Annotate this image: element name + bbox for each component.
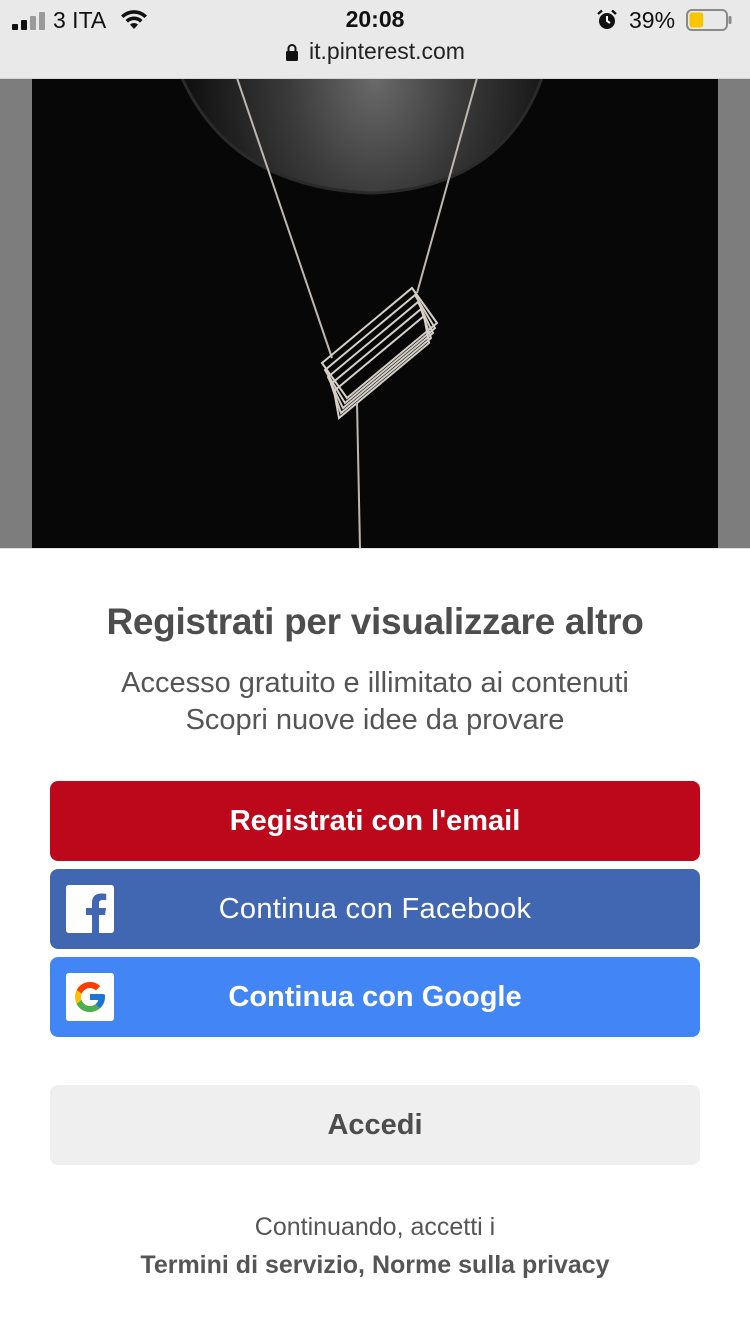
facebook-icon [66, 885, 114, 933]
signup-title: Registrati per visualizzare altro [106, 601, 644, 642]
legal-links: Termini di servizio, Norme sulla privacy [0, 1251, 750, 1280]
battery-percent: 39% [629, 7, 676, 33]
facebook-login-label: Continua con Facebook [218, 892, 532, 925]
signup-subtitle-2: Scopri nuove idee da provare [185, 704, 565, 736]
signup-email-label: Registrati con l'email [229, 804, 521, 837]
url-text: it.pinterest.com [309, 38, 465, 64]
privacy-policy-link[interactable]: Norme sulla privacy [372, 1251, 610, 1279]
pin-image[interactable] [32, 78, 718, 548]
legal-prefix: Continuando, accetti i [254, 1213, 496, 1241]
address-bar[interactable]: it.pinterest.com [0, 38, 750, 72]
signup-subtitle-1: Accesso gratuito e illimitato ai contenu… [121, 667, 629, 699]
login-label: Accedi [327, 1108, 423, 1141]
browser-top-bar: 3 ITA 20:08 39% it.pinterest.com [0, 0, 750, 79]
google-icon [66, 973, 114, 1021]
lock-icon [286, 43, 299, 61]
necklace-illustration [32, 78, 718, 548]
terms-of-service-link[interactable]: Termini di servizio, [140, 1251, 365, 1279]
google-login-label: Continua con Google [228, 980, 522, 1013]
battery-icon [686, 9, 732, 31]
login-button[interactable]: Accedi [50, 1085, 700, 1165]
alarm-icon [597, 9, 617, 29]
status-bar: 3 ITA 20:08 39% [0, 0, 750, 40]
signup-email-button[interactable]: Registrati con l'email [50, 781, 700, 861]
signup-modal: Registrati per visualizzare altro Access… [0, 548, 750, 1335]
google-login-button[interactable]: Continua con Google [50, 957, 700, 1037]
facebook-login-button[interactable]: Continua con Facebook [50, 869, 700, 949]
